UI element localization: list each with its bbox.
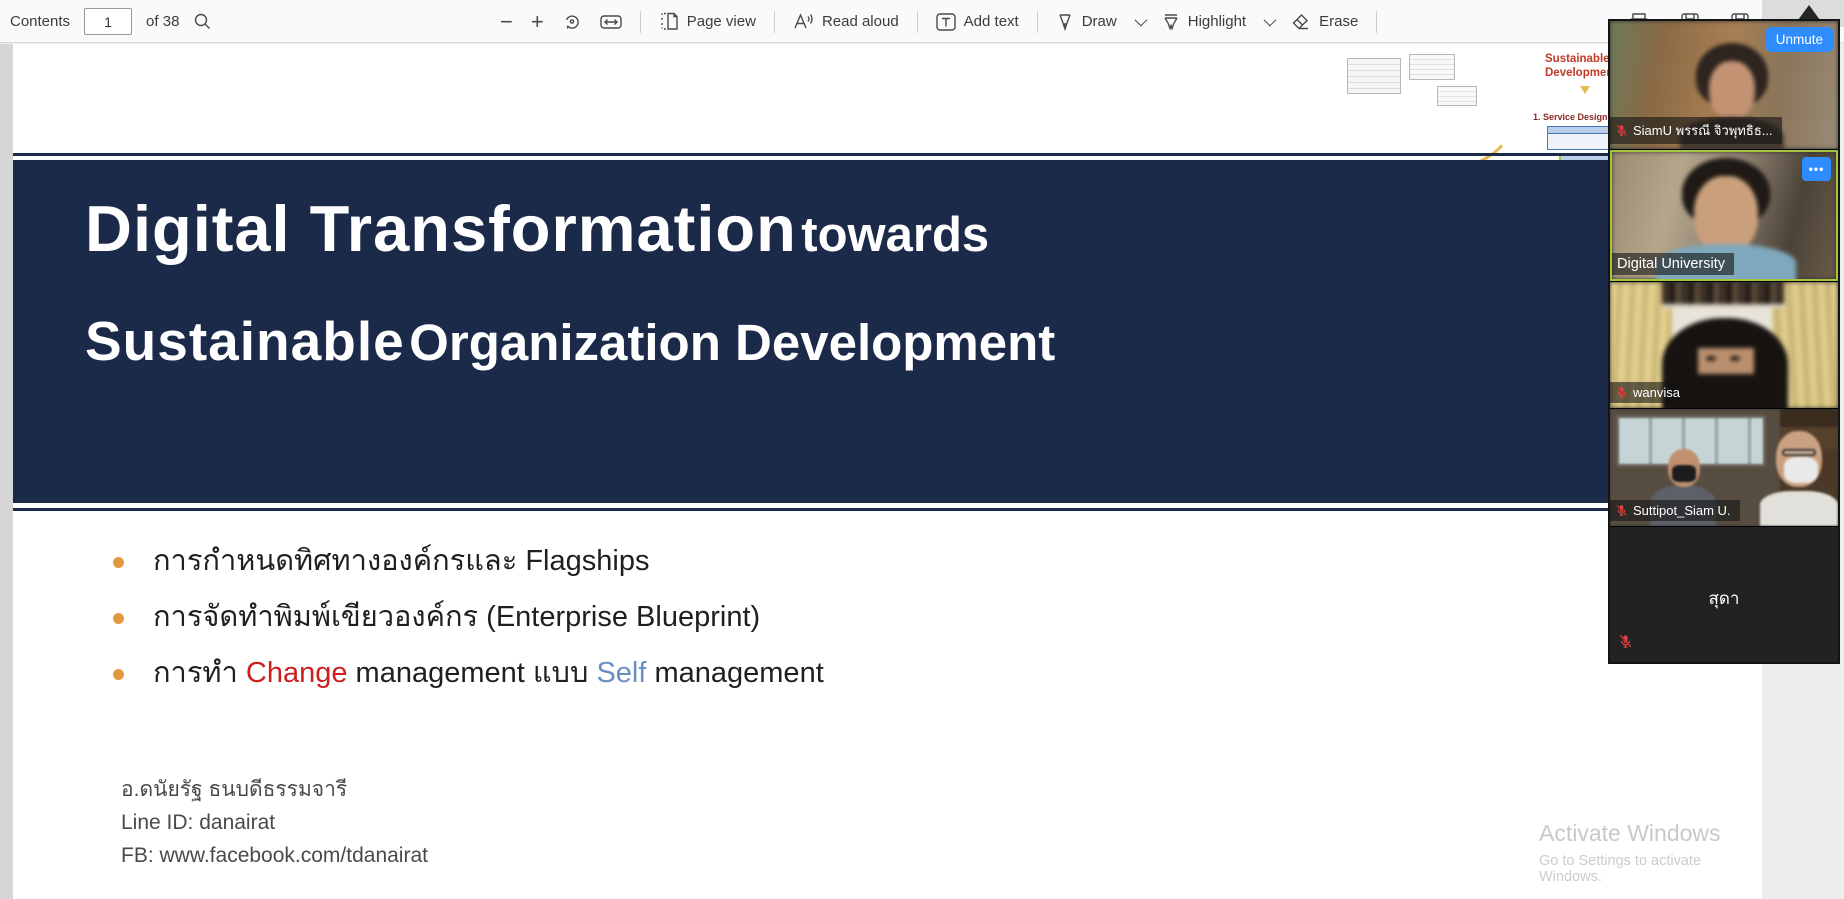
unmute-button[interactable]: Unmute: [1765, 27, 1834, 52]
rotate-icon[interactable]: [562, 12, 582, 32]
read-aloud-button[interactable]: Read aloud: [793, 12, 899, 31]
fragment-down-arrow-icon: [1580, 86, 1590, 94]
page-view-label: Page view: [687, 13, 756, 30]
speaker-facebook: FB: www.facebook.com/tdanairat: [121, 839, 428, 872]
draw-pen-icon: [1056, 12, 1074, 31]
bullet-item: การจัดทำพิมพ์เขียวองค์กร (Enterprise Blu…: [113, 589, 824, 645]
zoom-in-button[interactable]: +: [531, 11, 544, 33]
screen: Contents of 38 − + Page view: [0, 0, 1844, 899]
pdf-viewer[interactable]: Sustainable Development 1. Service Desig…: [0, 44, 1844, 899]
contents-button[interactable]: Contents: [10, 13, 70, 30]
banner-bottom-rule: [13, 508, 1762, 511]
add-text-icon: [936, 13, 956, 31]
activate-windows-watermark: Activate Windows Go to Settings to activ…: [1539, 820, 1762, 885]
add-text-button[interactable]: Add text: [936, 13, 1019, 31]
title-main-text: Digital Transformation: [85, 192, 797, 265]
muted-mic-icon: [1615, 504, 1628, 517]
bullet-item: การกำหนดทิศทางองค์กรและ Flagships: [113, 533, 824, 589]
pdf-toolbar: Contents of 38 − + Page view: [0, 0, 1844, 43]
highlight-button[interactable]: Highlight: [1162, 12, 1246, 31]
title-main-text: Sustainable: [85, 310, 405, 372]
search-icon[interactable]: [193, 12, 212, 31]
muted-mic-icon: [1615, 124, 1628, 137]
highlight-label: Highlight: [1188, 13, 1246, 30]
slide-bullet-list: การกำหนดทิศทางองค์กรและ Flagships การจัด…: [113, 533, 824, 701]
video-tile-siamu[interactable]: Unmute SiamU พรรณี จิวพุทธิธ...: [1610, 21, 1838, 149]
read-aloud-label: Read aloud: [822, 13, 899, 30]
toolbar-separator: [1037, 11, 1038, 33]
muted-mic-icon: [1615, 386, 1628, 399]
page-number-input[interactable]: [84, 8, 132, 35]
toolbar-separator: [640, 11, 641, 33]
meeting-panel: Unmute SiamU พรรณี จิวพุทธิธ... ••• Digi…: [1608, 19, 1840, 664]
highlight-dropdown-chevron-icon[interactable]: [1264, 14, 1277, 27]
video-tile-wanvisa[interactable]: wanvisa: [1610, 282, 1838, 408]
read-aloud-icon: [793, 12, 814, 31]
cursor-arrow-icon: [1798, 5, 1820, 20]
fragment-mini-table: [1347, 58, 1401, 94]
participant-name-label: wanvisa: [1610, 382, 1689, 403]
erase-button[interactable]: Erase: [1291, 13, 1358, 31]
viewer-left-gutter: [0, 44, 13, 899]
slide-title-line1: Digital Transformation towards: [85, 190, 1762, 286]
fit-to-width-icon[interactable]: [600, 13, 622, 31]
page-view-button[interactable]: Page view: [659, 12, 756, 31]
draw-dropdown-chevron-icon[interactable]: [1134, 14, 1147, 27]
participant-name-label: Suttipot_Siam U.: [1610, 500, 1740, 521]
change-highlight-word: Change: [246, 657, 348, 689]
toolbar-center-group: − + Page view Read aloud: [500, 0, 1377, 43]
title-suffix-text: towards: [801, 208, 989, 262]
erase-label: Erase: [1319, 13, 1358, 30]
erase-icon: [1291, 13, 1311, 31]
slide-page: Sustainable Development 1. Service Desig…: [13, 44, 1762, 899]
speaker-contact-block: อ.ดนัยรัฐ ธนบดีธรรมจารี Line ID: danaira…: [121, 773, 428, 872]
watermark-subtitle: Go to Settings to activate Windows.: [1539, 853, 1762, 885]
fragment-mini-table: [1409, 54, 1455, 80]
more-options-button[interactable]: •••: [1802, 157, 1831, 181]
highlight-icon: [1162, 12, 1180, 31]
participant-name-label: สุดา: [1610, 585, 1838, 612]
speaker-name: อ.ดนัยรัฐ ธนบดีธรรมจารี: [121, 773, 428, 806]
page-view-icon: [659, 12, 679, 31]
title-suffix-text: Organization Development: [409, 314, 1055, 371]
toolbar-separator: [917, 11, 918, 33]
video-tile-suda[interactable]: สุดา: [1610, 527, 1838, 662]
page-count-label: of 38: [146, 13, 179, 30]
title-banner: Digital Transformation towards Sustainab…: [13, 160, 1762, 503]
bullet-item: การทำ Change management แบบ Self managem…: [113, 645, 824, 701]
zoom-out-button[interactable]: −: [500, 11, 513, 33]
toolbar-left-group: Contents of 38: [10, 0, 212, 43]
slide-title-line2: Sustainable Organization Development: [85, 306, 1762, 391]
participant-name-label: SiamU พรรณี จิวพุทธิธ...: [1610, 117, 1782, 144]
video-tile-digital-university[interactable]: ••• Digital University: [1610, 150, 1838, 281]
slide-fragment-diagram: Sustainable Development 1. Service Desig…: [1333, 46, 1633, 176]
video-tile-suttipot[interactable]: Suttipot_Siam U.: [1610, 409, 1838, 526]
toolbar-separator: [774, 11, 775, 33]
watermark-title: Activate Windows: [1539, 820, 1762, 847]
speaker-line-id: Line ID: danairat: [121, 806, 428, 839]
self-highlight-word: Self: [596, 657, 646, 689]
toolbar-separator: [1376, 11, 1377, 33]
fragment-red-text: Sustainable Development: [1545, 52, 1617, 80]
add-text-label: Add text: [964, 13, 1019, 30]
draw-button[interactable]: Draw: [1056, 12, 1117, 31]
participant-name-label: Digital University: [1612, 253, 1734, 275]
banner-top-rule: [13, 153, 1762, 156]
muted-mic-icon: [1618, 634, 1633, 654]
draw-label: Draw: [1082, 13, 1117, 30]
